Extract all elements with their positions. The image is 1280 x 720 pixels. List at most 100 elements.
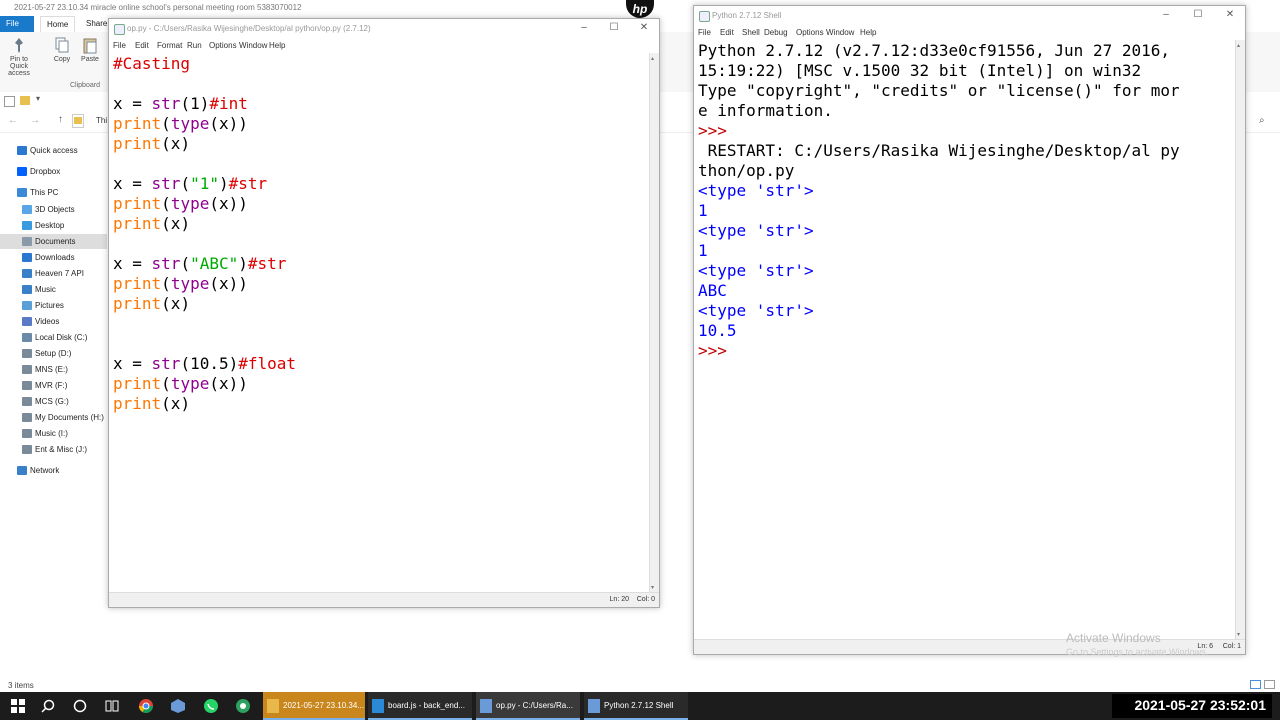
kite-app-icon[interactable]	[235, 698, 251, 714]
whatsapp-icon[interactable]	[203, 698, 219, 714]
taskbar-app-1[interactable]: 2021-05-27 23.10.34...	[263, 692, 365, 720]
cortana-icon[interactable]	[72, 698, 88, 714]
code-token: type	[170, 114, 210, 133]
taskbar-app-2[interactable]: board.js - back_end...	[368, 692, 472, 720]
shell-token: thon/op.py	[698, 161, 795, 180]
pin-quick-access-button[interactable]: Pin to Quick access	[4, 36, 34, 77]
nav-item-desktop[interactable]: Desktop	[0, 218, 107, 233]
editor-menu-options[interactable]: Options	[209, 39, 237, 53]
shell-menu-edit[interactable]: Edit	[720, 26, 734, 40]
nav-item-heaven-7-api[interactable]: Heaven 7 API	[0, 266, 107, 281]
folder-icon	[74, 117, 82, 124]
forward-arrow-icon[interactable]: →	[30, 115, 40, 126]
code-token: (x)	[161, 294, 191, 313]
paste-button[interactable]: Paste	[75, 36, 105, 63]
minimize-icon[interactable]: –	[577, 21, 591, 35]
task-view-icon[interactable]	[104, 698, 120, 714]
nav-item-videos[interactable]: Videos	[0, 314, 107, 329]
shell-menu-help[interactable]: Help	[860, 26, 876, 40]
large-icons-view-icon[interactable]	[1264, 680, 1275, 689]
scroll-down-icon[interactable]: ▾	[1237, 631, 1240, 638]
nav-item-mcs-g[interactable]: MCS (G:)	[0, 394, 107, 409]
nav-item-pictures[interactable]: Pictures	[0, 298, 107, 313]
taskbar-app-label: Python 2.7.12 Shell	[604, 701, 674, 710]
nav-item-quick-access[interactable]: Quick access	[0, 143, 107, 158]
shell-column-number: Col: 1	[1222, 643, 1241, 650]
tab-home[interactable]: Home	[40, 16, 76, 33]
dropdown-icon[interactable]: ▾	[36, 94, 40, 103]
code-line: x = str("ABC")#str	[113, 254, 296, 274]
chrome-icon[interactable]	[138, 698, 154, 714]
shell-scrollbar[interactable]: ▴ ▾	[1235, 40, 1245, 640]
nav-item-documents[interactable]: Documents	[0, 234, 107, 249]
nav-item-music-i[interactable]: Music (I:)	[0, 426, 107, 441]
code-token: "1"	[190, 174, 219, 193]
vscode-icon	[372, 699, 384, 713]
code-token: str	[151, 254, 181, 273]
details-view-icon[interactable]	[1250, 680, 1261, 689]
scroll-down-icon[interactable]: ▾	[651, 584, 654, 591]
shell-token: 10.5	[698, 321, 737, 340]
editor-code-area[interactable]: #Casting x = str(1)#int print(type(x)) pri…	[113, 54, 296, 414]
nav-item-music[interactable]: Music	[0, 282, 107, 297]
shell-line: <type 'str'>	[698, 181, 1180, 201]
maximize-icon[interactable]: ☐	[1191, 8, 1205, 22]
taskbar-app-label: board.js - back_end...	[388, 701, 465, 710]
shell-menu-debug[interactable]: Debug	[764, 26, 788, 40]
maximize-icon[interactable]: ☐	[607, 21, 621, 35]
shell-token: <type 'str'>	[698, 181, 814, 200]
code-line: #Casting	[113, 54, 296, 74]
nav-item-mvr-f[interactable]: MVR (F:)	[0, 378, 107, 393]
virtualbox-icon[interactable]	[170, 698, 186, 714]
star-icon	[17, 146, 27, 155]
editor-scrollbar[interactable]: ▴ ▾	[649, 53, 659, 593]
address-text: Thi	[96, 116, 108, 125]
nav-item-dropbox[interactable]: Dropbox	[0, 164, 107, 179]
tab-file[interactable]: File	[0, 16, 34, 32]
editor-menu-format[interactable]: Format	[157, 39, 182, 53]
pictures-icon	[22, 301, 32, 310]
editor-menu-run[interactable]: Run	[187, 39, 202, 53]
shell-menu-options[interactable]: Options	[796, 26, 824, 40]
nav-item-ent-misc-j[interactable]: Ent & Misc (J:)	[0, 442, 107, 457]
editor-menu-window[interactable]: Window	[239, 39, 267, 53]
folder-icon[interactable]	[20, 96, 30, 105]
close-icon[interactable]: ✕	[637, 21, 651, 35]
copy-button[interactable]: Copy	[47, 36, 77, 63]
code-token: type	[170, 194, 210, 213]
taskbar-app-3[interactable]: op.py - C:/Users/Ra...	[476, 692, 580, 720]
checkbox-icon[interactable]	[4, 96, 15, 107]
shell-menu-window[interactable]: Window	[826, 26, 854, 40]
nav-item-network[interactable]: Network	[0, 463, 107, 478]
editor-menu-file[interactable]: File	[113, 39, 126, 53]
close-icon[interactable]: ✕	[1223, 8, 1237, 22]
scroll-up-icon[interactable]: ▴	[651, 55, 654, 62]
nav-item-local-disk-c[interactable]: Local Disk (C:)	[0, 330, 107, 345]
code-token: print	[113, 394, 162, 413]
code-line: x = str(10.5)#float	[113, 354, 296, 374]
editor-menu-edit[interactable]: Edit	[135, 39, 149, 53]
nav-item-3d-objects[interactable]: 3D Objects	[0, 202, 107, 217]
minimize-icon[interactable]: –	[1159, 8, 1173, 22]
nav-item-label: Documents	[35, 237, 76, 246]
shell-output-area[interactable]: Python 2.7.12 (v2.7.12:d33e0cf91556, Jun…	[698, 41, 1180, 361]
back-arrow-icon[interactable]: ←	[8, 115, 18, 126]
nav-item-mns-e[interactable]: MNS (E:)	[0, 362, 107, 377]
scroll-up-icon[interactable]: ▴	[1237, 42, 1240, 49]
shell-menu-shell[interactable]: Shell	[742, 26, 760, 40]
nav-item-downloads[interactable]: Downloads	[0, 250, 107, 265]
shell-token: ABC	[698, 281, 727, 300]
search-icon[interactable]: ⌕	[1259, 115, 1265, 126]
search-icon[interactable]	[40, 698, 56, 714]
nav-item-setup-d[interactable]: Setup (D:)	[0, 346, 107, 361]
windows-start-icon[interactable]	[10, 698, 26, 714]
taskbar-app-4[interactable]: Python 2.7.12 Shell	[584, 692, 688, 720]
editor-menu-help[interactable]: Help	[269, 39, 285, 53]
taskbar-clock[interactable]: 2021-05-27 23:52:01	[1112, 694, 1272, 718]
nav-item-this-pc[interactable]: This PC	[0, 185, 107, 200]
shell-menu-file[interactable]: File	[698, 26, 711, 40]
nav-item-my-documents-h[interactable]: My Documents (H:)	[0, 410, 107, 425]
shell-line: e information.	[698, 101, 1180, 121]
up-arrow-icon[interactable]: ↑	[58, 114, 63, 125]
